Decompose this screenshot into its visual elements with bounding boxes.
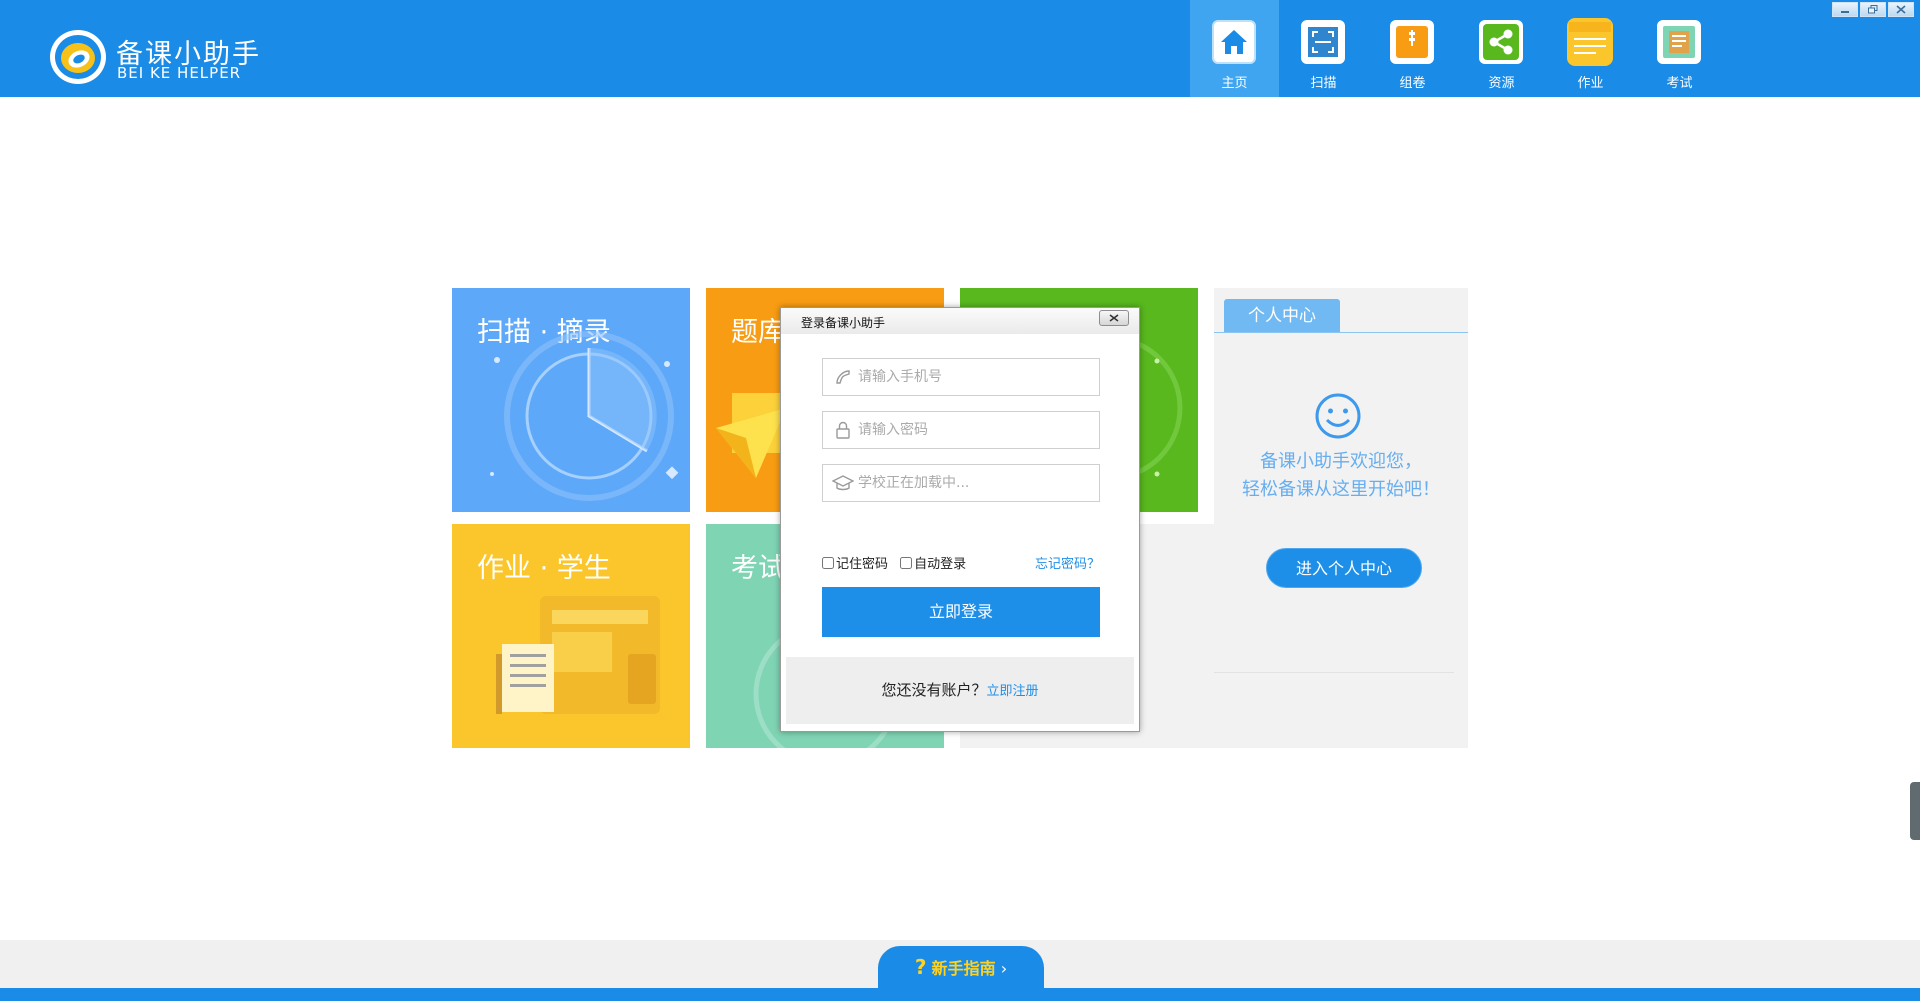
beginner-guide-button[interactable]: ? 新手指南 ›	[878, 946, 1044, 988]
smile-icon	[1314, 392, 1362, 444]
nav-label-scan: 扫描	[1310, 76, 1337, 91]
brand-name-en: BEI KE HELPER	[117, 64, 242, 82]
graduation-cap-icon	[832, 474, 854, 492]
chevron-right-icon: ›	[1000, 959, 1008, 978]
login-options: 记住密码 自动登录 忘记密码？	[822, 553, 1100, 572]
app-header: 备课小助手 BEI KE HELPER 主页 扫描 组卷 资源 作业 考试	[0, 0, 1920, 97]
personal-center-panel: 个人中心 备课小助手欢迎您， 轻松备课从这里开始吧！ 进入个人中心	[1214, 288, 1468, 748]
app-logo-icon	[48, 28, 108, 86]
main-nav: 主页 扫描 组卷 资源 作业 考试	[1190, 0, 1724, 97]
nav-label-exam: 考试	[1666, 76, 1693, 91]
nav-item-resources[interactable]: 资源	[1457, 0, 1546, 97]
nav-item-exam[interactable]: 考试	[1635, 0, 1724, 97]
guide-label: 新手指南	[931, 959, 996, 978]
nav-item-home[interactable]: 主页	[1190, 0, 1279, 97]
school-field[interactable]	[822, 464, 1100, 502]
personal-center-divider	[1214, 672, 1454, 673]
remember-password-option[interactable]: 记住密码	[822, 553, 888, 572]
auto-login-option[interactable]: 自动登录	[900, 553, 966, 572]
personal-center-tab[interactable]: 个人中心	[1224, 299, 1340, 333]
no-account-text: 您还没有账户？	[881, 681, 987, 699]
phone-field[interactable]	[822, 358, 1100, 396]
nav-label-resources: 资源	[1488, 76, 1515, 91]
homework-illustration-icon	[496, 596, 660, 714]
tile-homework-student[interactable]: 作业 · 学生	[452, 524, 690, 748]
restore-icon[interactable]	[1860, 2, 1886, 17]
scan-icon	[1301, 20, 1345, 64]
close-icon[interactable]	[1888, 2, 1914, 17]
nav-item-scan[interactable]: 扫描	[1279, 0, 1368, 97]
question-icon: ?	[914, 955, 927, 979]
forgot-password-link[interactable]: 忘记密码？	[1035, 553, 1100, 572]
tile-gap	[1198, 288, 1214, 524]
login-dialog-title: 登录备课小助手	[801, 316, 886, 330]
side-drag-handle[interactable]	[1910, 782, 1920, 840]
welcome-line-2: 轻松备课从这里开始吧！	[1242, 479, 1440, 500]
dialog-close-icon[interactable]	[1099, 310, 1129, 326]
personal-center-tab-line	[1214, 332, 1468, 333]
home-icon	[1212, 20, 1256, 64]
nav-item-homework[interactable]: 作业	[1546, 0, 1635, 97]
remember-password-label: 记住密码	[836, 557, 889, 572]
auto-login-checkbox[interactable]	[900, 556, 913, 569]
nav-label-homework: 作业	[1577, 76, 1604, 91]
window-controls	[1832, 2, 1914, 17]
lock-icon	[832, 421, 854, 439]
phone-input[interactable]	[854, 369, 1088, 385]
nav-label-compose: 组卷	[1399, 76, 1426, 91]
nav-item-compose[interactable]: 组卷	[1368, 0, 1457, 97]
login-dialog-titlebar: 登录备课小助手	[781, 308, 1139, 334]
paper-icon	[1390, 20, 1434, 64]
password-field[interactable]	[822, 411, 1100, 449]
school-input[interactable]	[854, 475, 1088, 491]
exam-icon	[1657, 20, 1701, 64]
clock-illustration-icon	[490, 331, 679, 501]
personal-center-welcome: 备课小助手欢迎您， 轻松备课从这里开始吧！	[1214, 448, 1468, 504]
remember-password-checkbox[interactable]	[822, 556, 834, 569]
footer-bottom-strip	[0, 988, 1920, 1001]
register-prompt: 您还没有账户？立即注册	[786, 657, 1134, 724]
register-link[interactable]: 立即注册	[987, 684, 1039, 699]
phone-icon	[832, 368, 854, 386]
welcome-line-1: 备课小助手欢迎您，	[1260, 451, 1422, 472]
login-button[interactable]: 立即登录	[822, 587, 1100, 637]
minimize-icon[interactable]	[1832, 2, 1858, 17]
enter-personal-center-button[interactable]: 进入个人中心	[1266, 548, 1422, 588]
auto-login-label: 自动登录	[914, 557, 967, 572]
password-input[interactable]	[854, 422, 1088, 438]
nav-label-home: 主页	[1221, 76, 1248, 91]
notebook-icon	[1567, 18, 1613, 66]
login-dialog: 登录备课小助手 记住密码 自动登录 忘记密码？ 立即登录	[780, 307, 1140, 732]
tile-scan-excerpt[interactable]: 扫描 · 摘录	[452, 288, 690, 512]
share-icon	[1479, 20, 1523, 64]
